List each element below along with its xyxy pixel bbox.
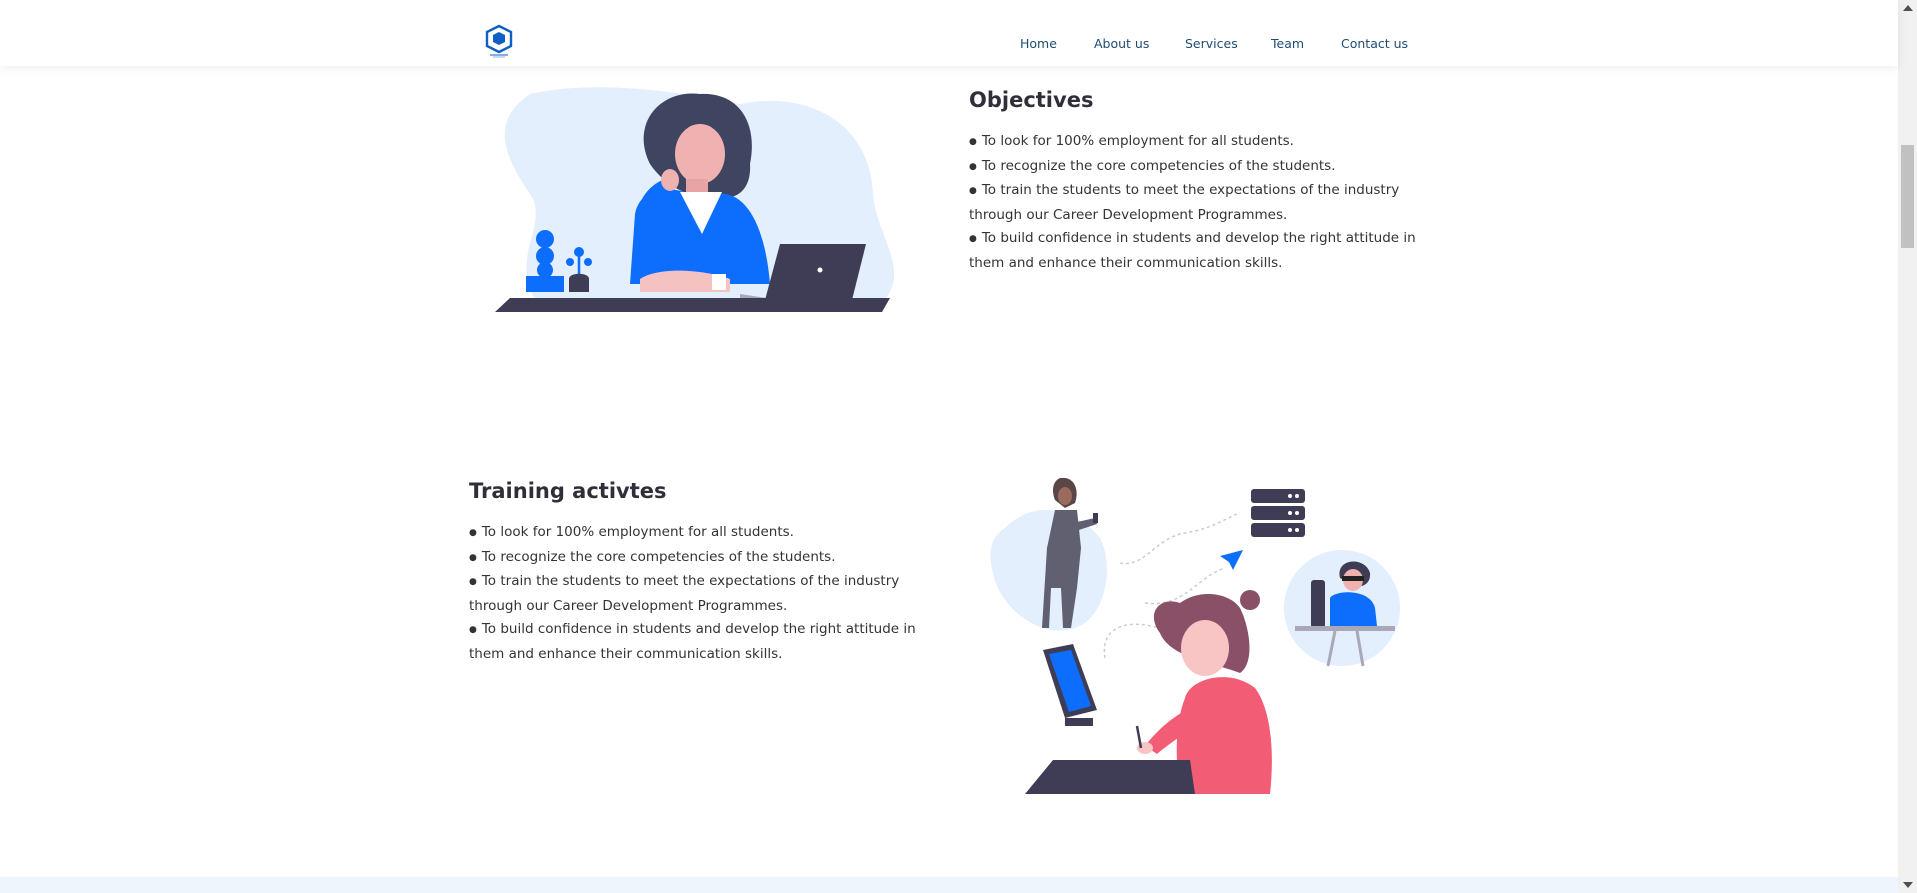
nav-services[interactable]: Services <box>1185 36 1238 51</box>
woman-at-laptop-illustration <box>495 87 895 312</box>
cube-logo-icon[interactable] <box>484 24 514 58</box>
objectives-item-continued: them and enhance their communication ski… <box>969 254 1283 271</box>
objectives-item-continued: through our Career Development Programme… <box>969 207 1288 224</box>
objectives-item: To build confidence in students and deve… <box>969 227 1416 252</box>
training-item: To look for 100% employment for all stud… <box>469 521 916 546</box>
nav-team[interactable]: Team <box>1271 36 1304 51</box>
training-list: To look for 100% employment for all stud… <box>469 521 916 665</box>
objectives-item: To look for 100% employment for all stud… <box>969 130 1416 155</box>
objectives-item: To train the students to meet the expect… <box>969 179 1416 204</box>
vertical-scrollbar[interactable] <box>1898 0 1917 893</box>
nav-contact-us[interactable]: Contact us <box>1341 36 1408 51</box>
footer-section-edge <box>0 877 1898 893</box>
training-item-continued: them and enhance their communication ski… <box>469 645 783 662</box>
nav-home[interactable]: Home <box>1020 36 1057 51</box>
training-item: To recognize the core competencies of th… <box>469 546 916 571</box>
site-header: Home About us Services Team Contact us <box>0 0 1898 66</box>
scroll-up-arrow-icon[interactable] <box>1903 5 1913 11</box>
training-item: To train the students to meet the expect… <box>469 570 916 595</box>
training-item-continued: through our Career Development Programme… <box>469 598 788 615</box>
objectives-list: To look for 100% employment for all stud… <box>969 130 1416 274</box>
nav-about-us[interactable]: About us <box>1094 36 1149 51</box>
training-item: To build confidence in students and deve… <box>469 618 916 643</box>
scroll-down-arrow-icon[interactable] <box>1903 882 1913 888</box>
designer-at-computer-illustration <box>990 478 1400 794</box>
training-title: Training activtes <box>469 479 667 503</box>
objectives-item: To recognize the core competencies of th… <box>969 155 1416 180</box>
scrollbar-thumb[interactable] <box>1901 145 1914 248</box>
objectives-title: Objectives <box>969 88 1094 112</box>
